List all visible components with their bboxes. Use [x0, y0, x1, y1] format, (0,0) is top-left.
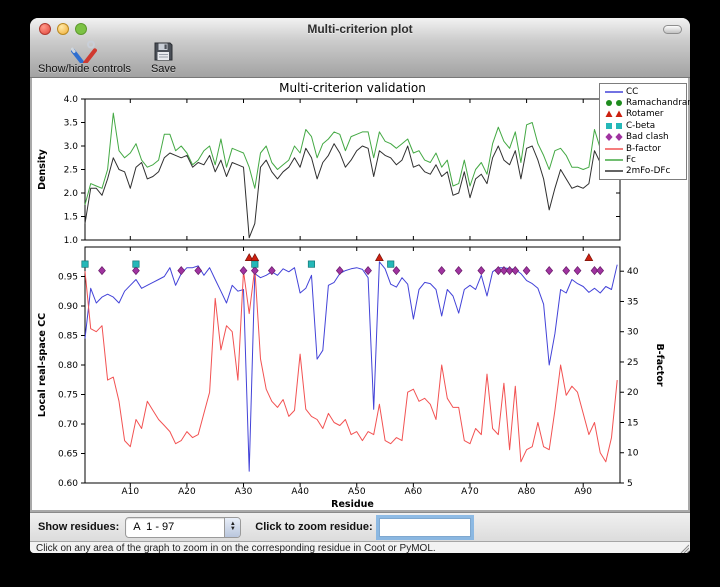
svg-text:A80: A80 [518, 487, 536, 497]
legend-entry-label: B-factor [626, 144, 661, 154]
legend-entry-label: Rotamer [626, 109, 664, 119]
zoom-residue-label: Click to zoom residue: [255, 521, 372, 533]
show-hide-controls-label: Show/hide controls [38, 63, 131, 75]
residue-range-value: A 1 - 97 [126, 521, 224, 533]
svg-text:15: 15 [627, 418, 638, 428]
svg-text:Multi-criterion validation: Multi-criterion validation [279, 81, 426, 95]
legend-entry: Rotamer [602, 109, 686, 120]
plot-legend: CCRamachandranRotamer C-betaBad clash B-fa… [599, 83, 687, 180]
svg-text:0.75: 0.75 [58, 391, 78, 401]
show-hide-controls-button[interactable]: Show/hide controls [38, 40, 131, 75]
svg-text:A30: A30 [235, 487, 253, 497]
save-button[interactable]: Save [151, 40, 176, 75]
legend-entry: B-factor [602, 143, 686, 154]
svg-text:0.85: 0.85 [58, 332, 78, 342]
svg-text:A70: A70 [461, 487, 479, 497]
svg-text:Residue: Residue [331, 499, 374, 510]
legend-circles-icon [602, 98, 626, 108]
svg-text:4.0: 4.0 [64, 95, 79, 105]
svg-text:35: 35 [627, 297, 638, 307]
window-title: Multi-criterion plot [30, 22, 690, 36]
legend-entry-label: Bad clash [626, 132, 669, 142]
zoom-residue-input[interactable] [379, 518, 471, 537]
svg-text:5: 5 [627, 479, 633, 489]
svg-text:0.90: 0.90 [58, 302, 78, 312]
svg-text:10: 10 [627, 449, 639, 459]
svg-text:0.65: 0.65 [58, 450, 78, 460]
legend-entry-label: 2mFo-DFc [626, 166, 670, 176]
legend-entry: 2mFo-DFc [602, 166, 686, 177]
svg-text:1.5: 1.5 [64, 213, 78, 223]
svg-text:A20: A20 [178, 487, 196, 497]
multi-criterion-plot-window: Multi-criterion plot Show/hide controls [30, 18, 690, 553]
legend-triangles-icon [602, 109, 626, 119]
legend-entry-label: CC [626, 87, 638, 97]
legend-entry: Ramachandran [602, 97, 686, 108]
svg-text:0.95: 0.95 [58, 273, 78, 283]
status-message: Click on any area of the graph to zoom i… [30, 543, 436, 554]
legend-entry: CC [602, 86, 686, 97]
svg-text:30: 30 [627, 328, 639, 338]
controls-bar: Show residues: A 1 - 97 ▲▼ Click to zoom… [30, 512, 690, 541]
svg-text:0.60: 0.60 [58, 479, 78, 489]
title-bar[interactable]: Multi-criterion plot [30, 18, 690, 40]
svg-text:A10: A10 [121, 487, 139, 497]
legend-entry: C-beta [602, 120, 686, 131]
multi-criterion-chart[interactable]: Multi-criterion validation Density Local r… [32, 78, 688, 510]
svg-text:Density: Density [37, 148, 48, 190]
toolbar-toggle-pill[interactable] [663, 25, 682, 34]
legend-line-icon [602, 144, 626, 154]
svg-text:40: 40 [627, 267, 639, 277]
svg-text:A50: A50 [348, 487, 366, 497]
legend-line-icon [602, 166, 626, 176]
legend-entry-label: Ramachandran [626, 98, 690, 108]
legend-diamonds-icon [602, 132, 626, 142]
legend-line-icon [602, 87, 626, 97]
legend-entry-label: C-beta [626, 121, 655, 131]
svg-text:1.0: 1.0 [64, 236, 79, 246]
svg-text:0.80: 0.80 [58, 361, 78, 371]
resize-grip-icon[interactable] [679, 543, 689, 553]
svg-text:A90: A90 [574, 487, 592, 497]
tools-icon [71, 40, 97, 63]
svg-text:2.0: 2.0 [64, 189, 79, 199]
legend-entry: Bad clash [602, 132, 686, 143]
stepper-arrows-icon[interactable]: ▲▼ [224, 518, 240, 537]
status-bar: Click on any area of the graph to zoom i… [30, 541, 690, 553]
residue-range-select[interactable]: A 1 - 97 ▲▼ [125, 517, 241, 538]
show-residues-label: Show residues: [38, 521, 119, 533]
svg-text:2.5: 2.5 [64, 166, 78, 176]
legend-line-icon [602, 155, 626, 165]
svg-text:3.0: 3.0 [64, 142, 79, 152]
legend-entry-label: Fc [626, 155, 636, 165]
legend-squares-icon [602, 121, 626, 131]
svg-text:25: 25 [627, 358, 638, 368]
floppy-save-icon [153, 40, 174, 63]
svg-text:A40: A40 [291, 487, 309, 497]
svg-text:0.70: 0.70 [58, 420, 78, 430]
save-label: Save [151, 63, 176, 75]
svg-text:Local real-space CC: Local real-space CC [37, 313, 48, 417]
svg-text:B-factor: B-factor [654, 343, 665, 386]
svg-text:20: 20 [627, 388, 639, 398]
legend-entry: Fc [602, 154, 686, 165]
plot-figure[interactable]: Multi-criterion validation Density Local r… [32, 78, 688, 510]
toolbar: Show/hide controls Save [30, 40, 690, 78]
svg-text:A60: A60 [405, 487, 423, 497]
svg-text:3.5: 3.5 [64, 119, 78, 129]
